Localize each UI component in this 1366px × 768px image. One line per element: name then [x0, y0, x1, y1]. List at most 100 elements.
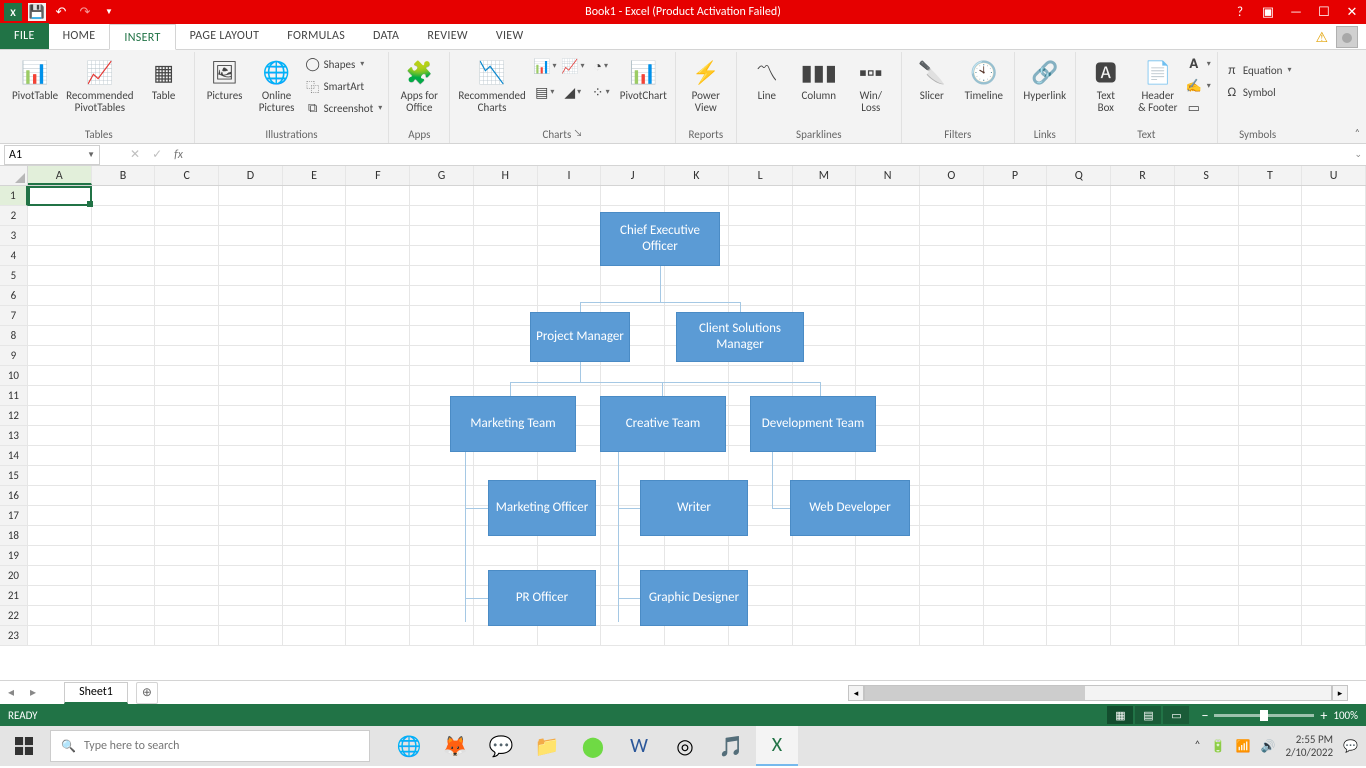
cell[interactable] [155, 626, 219, 646]
col-header-U[interactable]: U [1302, 166, 1366, 185]
cell[interactable] [410, 626, 474, 646]
cell[interactable] [155, 606, 219, 626]
cell[interactable] [155, 286, 219, 306]
cell[interactable] [1239, 346, 1303, 366]
cell[interactable] [28, 546, 92, 566]
cell[interactable] [920, 546, 984, 566]
taskbar-explorer-icon[interactable]: 📁 [526, 726, 568, 766]
cell[interactable] [1175, 286, 1239, 306]
cell[interactable] [346, 186, 410, 206]
cell[interactable] [984, 386, 1048, 406]
cell[interactable] [984, 626, 1048, 646]
cell[interactable] [984, 586, 1048, 606]
cell[interactable] [601, 286, 665, 306]
cell[interactable] [28, 626, 92, 646]
equation-button[interactable]: πEquation▾ [1224, 60, 1292, 80]
cell[interactable] [1111, 206, 1175, 226]
cell[interactable] [1239, 306, 1303, 326]
cell[interactable] [219, 526, 283, 546]
cell[interactable] [1302, 606, 1366, 626]
cell[interactable] [28, 206, 92, 226]
cell[interactable] [1302, 206, 1366, 226]
col-header-I[interactable]: I [538, 166, 602, 185]
cell[interactable] [920, 266, 984, 286]
tray-wifi-icon[interactable]: 📶 [1236, 739, 1251, 754]
taskbar-upwork-icon[interactable]: ⬤ [572, 726, 614, 766]
cell[interactable] [1047, 386, 1111, 406]
cell[interactable] [474, 226, 538, 246]
cell[interactable] [283, 326, 347, 346]
row-header-18[interactable]: 18 [0, 526, 28, 546]
cell[interactable] [92, 366, 156, 386]
row-header-13[interactable]: 13 [0, 426, 28, 446]
wordart-button[interactable]: 𝐀▾ [1186, 54, 1211, 74]
cell[interactable] [665, 626, 729, 646]
cell[interactable] [1111, 566, 1175, 586]
cell[interactable] [538, 546, 602, 566]
select-all-corner[interactable] [0, 166, 28, 185]
cell[interactable] [1302, 286, 1366, 306]
org-node-gd[interactable]: Graphic Designer [640, 570, 748, 626]
cell[interactable] [1239, 626, 1303, 646]
cell[interactable] [920, 226, 984, 246]
line-chart-icon[interactable]: 📈▾ [560, 54, 586, 78]
cell[interactable] [155, 466, 219, 486]
cell[interactable] [92, 446, 156, 466]
cell[interactable] [1047, 526, 1111, 546]
cell[interactable] [1047, 446, 1111, 466]
cell[interactable] [920, 426, 984, 446]
cell[interactable] [1047, 186, 1111, 206]
cell[interactable] [155, 226, 219, 246]
undo-icon[interactable]: ↶ [52, 3, 70, 21]
cell[interactable] [729, 186, 793, 206]
ribbon-display-icon[interactable]: ▣ [1256, 2, 1280, 22]
collapse-ribbon-icon[interactable]: ˄ [1355, 126, 1360, 139]
cell[interactable] [410, 486, 474, 506]
org-node-csm[interactable]: Client Solutions Manager [676, 312, 804, 362]
cell[interactable] [155, 306, 219, 326]
cell[interactable] [1175, 366, 1239, 386]
col-header-M[interactable]: M [793, 166, 857, 185]
cell[interactable] [920, 506, 984, 526]
signature-button[interactable]: ✍▾ [1186, 76, 1211, 96]
cell[interactable] [1111, 266, 1175, 286]
cell[interactable] [283, 526, 347, 546]
cell[interactable] [1239, 246, 1303, 266]
cell[interactable] [665, 186, 729, 206]
cell[interactable] [984, 266, 1048, 286]
cell[interactable] [219, 366, 283, 386]
cell[interactable] [92, 586, 156, 606]
cell[interactable] [219, 426, 283, 446]
cell[interactable] [1111, 626, 1175, 646]
pivot-table-button[interactable]: 📊PivotTable [10, 54, 60, 104]
cell[interactable] [28, 346, 92, 366]
col-header-L[interactable]: L [729, 166, 793, 185]
cell[interactable] [474, 346, 538, 366]
cell[interactable] [1175, 306, 1239, 326]
cell[interactable] [28, 286, 92, 306]
cell[interactable] [346, 546, 410, 566]
cell[interactable] [155, 206, 219, 226]
row-header-6[interactable]: 6 [0, 286, 28, 306]
cell[interactable] [984, 226, 1048, 246]
cell[interactable] [346, 406, 410, 426]
hyperlink-button[interactable]: 🔗Hyperlink [1021, 54, 1069, 104]
cell[interactable] [1239, 286, 1303, 306]
start-button[interactable] [0, 726, 48, 766]
cell[interactable] [283, 566, 347, 586]
cell[interactable] [283, 446, 347, 466]
cell[interactable] [283, 346, 347, 366]
cell[interactable] [1047, 406, 1111, 426]
cell[interactable] [1302, 626, 1366, 646]
cell[interactable] [1239, 446, 1303, 466]
cell[interactable] [1175, 546, 1239, 566]
col-header-J[interactable]: J [601, 166, 665, 185]
cell[interactable] [28, 606, 92, 626]
cell[interactable] [1175, 426, 1239, 446]
cell[interactable] [1111, 306, 1175, 326]
sheet-nav-next-icon[interactable]: ▸ [22, 685, 44, 700]
cell[interactable] [1175, 326, 1239, 346]
cell[interactable] [1239, 186, 1303, 206]
cell[interactable] [92, 566, 156, 586]
bar-chart-icon[interactable]: ▤▾ [532, 80, 558, 104]
